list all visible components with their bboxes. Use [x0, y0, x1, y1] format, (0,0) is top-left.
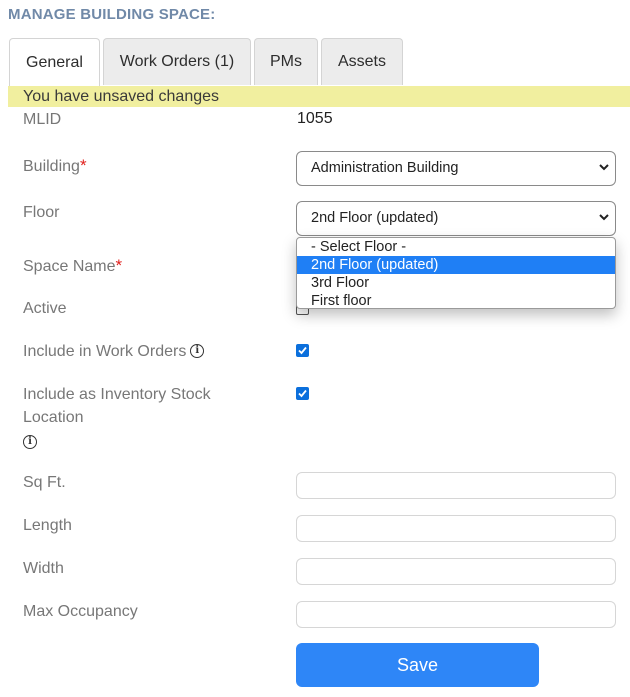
- include-inventory-label-line2: Location: [23, 409, 84, 426]
- floor-select-value: 2nd Floor (updated): [311, 210, 439, 226]
- floor-option-selected[interactable]: 2nd Floor (updated): [297, 256, 615, 274]
- include-work-orders-label-text: Include in Work Orders: [23, 343, 187, 360]
- length-label: Length: [23, 517, 72, 534]
- required-asterisk: *: [79, 156, 87, 175]
- unsaved-changes-banner: You have unsaved changes: [8, 86, 630, 107]
- floor-dropdown-list: - Select Floor - 2nd Floor (updated) 3rd…: [296, 237, 616, 309]
- info-icon[interactable]: i: [23, 434, 37, 449]
- active-label: Active: [23, 300, 67, 317]
- tab-general[interactable]: General: [9, 38, 100, 87]
- tab-work-orders-label: Work Orders (1): [119, 53, 235, 70]
- building-select-value: Administration Building: [311, 160, 459, 176]
- floor-option[interactable]: First floor: [297, 292, 615, 308]
- mlid-value: 1055: [297, 110, 333, 127]
- sq-ft-label: Sq Ft.: [23, 474, 66, 491]
- include-work-orders-checkbox[interactable]: [296, 344, 309, 357]
- required-asterisk: *: [115, 256, 123, 275]
- mlid-label: MLID: [23, 111, 62, 128]
- page-title: MANAGE BUILDING SPACE:: [8, 6, 216, 23]
- max-occupancy-input[interactable]: [296, 601, 616, 628]
- width-label: Width: [23, 560, 64, 577]
- tab-pms-label: PMs: [270, 53, 302, 70]
- floor-option[interactable]: - Select Floor -: [297, 238, 615, 256]
- space-name-label-text: Space Name: [23, 258, 116, 275]
- max-occupancy-label: Max Occupancy: [23, 603, 138, 620]
- include-work-orders-label: Include in Work Orders i: [23, 340, 205, 363]
- length-input[interactable]: [296, 515, 616, 542]
- save-button[interactable]: Save: [296, 643, 539, 687]
- include-inventory-label: Include as Inventory Stock Location i: [23, 383, 211, 454]
- floor-select[interactable]: 2nd Floor (updated): [296, 201, 616, 236]
- width-input[interactable]: [296, 558, 616, 585]
- floor-label: Floor: [23, 204, 60, 221]
- checkmark-icon: [298, 389, 307, 398]
- floor-option[interactable]: 3rd Floor: [297, 274, 615, 292]
- tab-assets-label: Assets: [337, 53, 386, 70]
- chevron-down-icon: [599, 214, 609, 221]
- space-name-label: Space Name*: [23, 254, 122, 278]
- include-inventory-checkbox[interactable]: [296, 387, 309, 400]
- building-label-text: Building: [23, 158, 80, 175]
- include-inventory-label-line1: Include as Inventory Stock: [23, 386, 211, 403]
- chevron-down-icon: [599, 164, 609, 171]
- building-select[interactable]: Administration Building: [296, 151, 616, 186]
- tab-work-orders[interactable]: Work Orders (1): [103, 38, 251, 85]
- sq-ft-input[interactable]: [296, 472, 616, 499]
- building-label: Building*: [23, 154, 87, 178]
- tab-assets[interactable]: Assets: [321, 38, 403, 85]
- tab-pms[interactable]: PMs: [254, 38, 318, 85]
- checkmark-icon: [298, 346, 307, 355]
- tab-general-label: General: [26, 54, 83, 71]
- info-icon[interactable]: i: [190, 343, 205, 358]
